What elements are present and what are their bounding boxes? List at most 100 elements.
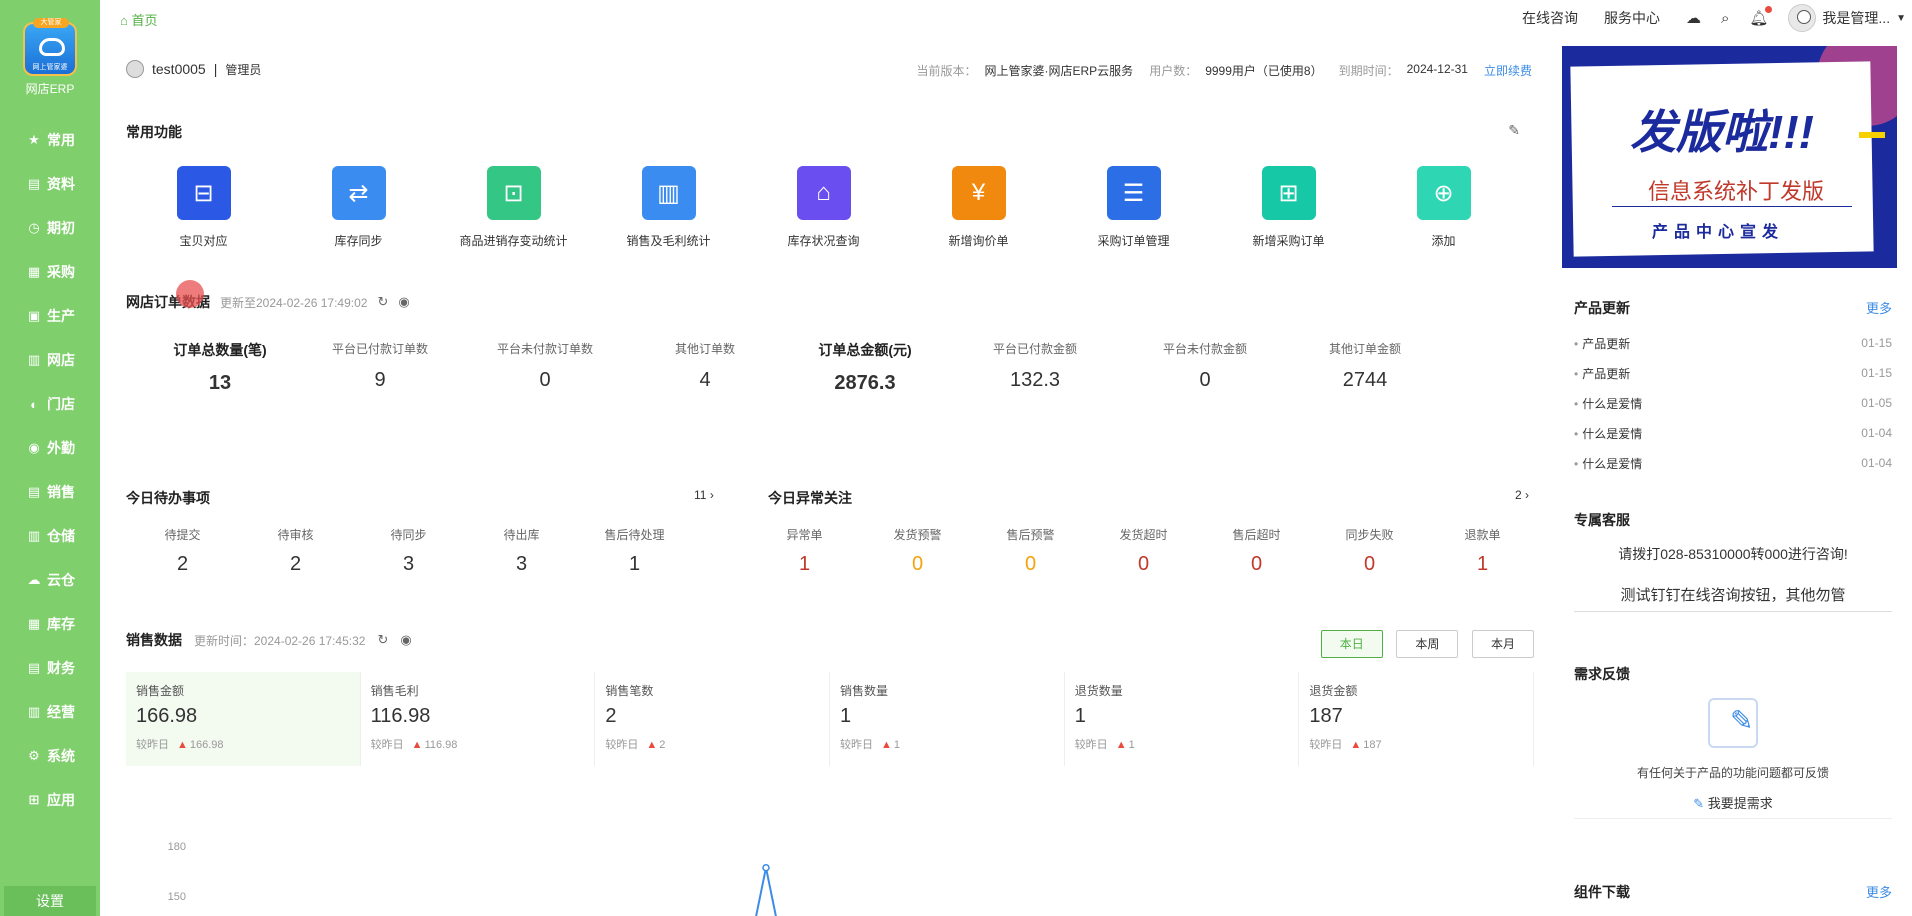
- download-more[interactable]: 更多: [1866, 882, 1892, 901]
- home-breadcrumb[interactable]: ⌂ 首页: [120, 10, 158, 29]
- todo-item-0[interactable]: 待提交 2: [126, 526, 239, 576]
- sidebar-item-12[interactable]: ▤ 财务: [0, 646, 100, 690]
- function-6[interactable]: ☰ 采购订单管理: [1056, 166, 1211, 249]
- sidebar-item-8[interactable]: ▤ 销售: [0, 470, 100, 514]
- todo-item-2[interactable]: 待同步 3: [352, 526, 465, 576]
- online-consult-link[interactable]: 在线咨询: [1522, 8, 1578, 28]
- common-functions-grid: ⊟ 宝贝对应 ⇄ 库存同步 ⊡ 商品进销存变动统计 ▥ 销售及毛利统计 ⌂ 库存状况查询 ¥ 新增询价…: [126, 166, 1546, 249]
- sidebar-item-3[interactable]: ▦ 采购: [0, 250, 100, 294]
- refresh-icon[interactable]: ↻: [377, 632, 388, 648]
- settings-button[interactable]: 设置: [4, 886, 96, 916]
- abnormal-item-0[interactable]: 异常单 1: [748, 526, 861, 576]
- sales-card-5[interactable]: 退货金额 187 较昨日 ▲ 187: [1299, 672, 1535, 766]
- abnormal-item-2[interactable]: 售后预警 0: [974, 526, 1087, 576]
- release-banner[interactable]: 发版啦!!! 信息系统补丁发版 产品中心宣发: [1562, 46, 1897, 268]
- news-item[interactable]: • 产品更新 01-15: [1574, 358, 1892, 388]
- eye-icon[interactable]: ◉: [400, 632, 411, 648]
- sidebar-item-10[interactable]: ☁ 云仓: [0, 558, 100, 602]
- news-title: 什么是爱情: [1582, 396, 1643, 411]
- function-7[interactable]: ⊞ 新增采购订单: [1211, 166, 1366, 249]
- abnormal-item-5[interactable]: 同步失败 0: [1313, 526, 1426, 576]
- abnormal-item-3[interactable]: 发货超时 0: [1087, 526, 1200, 576]
- sidebar-item-15[interactable]: ⊞ 应用: [0, 778, 100, 822]
- abnormal-item-1[interactable]: 发货预警 0: [861, 526, 974, 576]
- todo-title: 今日待办事项: [126, 490, 210, 506]
- todo-label: 待审核: [277, 528, 314, 542]
- sidebar-item-label: 财务: [47, 660, 75, 676]
- function-2[interactable]: ⊡ 商品进销存变动统计: [436, 166, 591, 249]
- shop-icon: ▥: [27, 352, 41, 367]
- renew-link[interactable]: 立即续费: [1484, 62, 1532, 79]
- news-item[interactable]: • 产品更新 01-15: [1574, 328, 1892, 358]
- month-button[interactable]: 本月: [1471, 630, 1534, 658]
- sales-card-1[interactable]: 销售毛利 116.98 较昨日 ▲ 116.98: [361, 672, 596, 766]
- function-label: 新增询价单: [948, 234, 1009, 248]
- function-1[interactable]: ⇄ 库存同步: [281, 166, 436, 249]
- news-list: • 产品更新 01-15 • 产品更新 01-15 • 什么是爱情 01-05 • 什么是爱情 01-…: [1574, 328, 1892, 478]
- sidebar-item-4[interactable]: ▣ 生产: [0, 294, 100, 338]
- submit-request-button[interactable]: ✎ 我要提需求: [1574, 793, 1892, 819]
- news-item[interactable]: • 什么是爱情 01-04: [1574, 448, 1892, 478]
- abnormal-item-4[interactable]: 售后超时 0: [1200, 526, 1313, 576]
- edit-icon[interactable]: ✎: [1508, 122, 1520, 139]
- sales-card-4[interactable]: 退货数量 1 较昨日 ▲ 1: [1065, 672, 1300, 766]
- sidebar-item-2[interactable]: ◷ 期初: [0, 206, 100, 250]
- todo-item-3[interactable]: 待出库 3: [465, 526, 578, 576]
- avatar[interactable]: [1788, 4, 1817, 32]
- sales-card-value: 2: [605, 705, 617, 727]
- sidebar-item-6[interactable]: ◐ 门店: [0, 382, 100, 426]
- sidebar-item-13[interactable]: ▥ 经营: [0, 690, 100, 734]
- todo-item-1[interactable]: 待审核 2: [239, 526, 352, 576]
- sales-card-3[interactable]: 销售数量 1 较昨日 ▲ 1: [830, 672, 1065, 766]
- chevron-down-icon[interactable]: ▼: [1896, 13, 1906, 24]
- sales-card-label: 退货数量: [1074, 684, 1123, 698]
- week-button[interactable]: 本周: [1396, 630, 1459, 658]
- bullet-icon: •: [1574, 456, 1579, 471]
- sidebar-item-14[interactable]: ⚙ 系统: [0, 734, 100, 778]
- sales-card-0[interactable]: 销售金额 166.98 较昨日 ▲ 166.98: [126, 672, 361, 766]
- order-stat-label: 其他订单数: [674, 342, 735, 356]
- sales-card-value: 166.98: [136, 705, 198, 727]
- sidebar-item-11[interactable]: ▦ 库存: [0, 602, 100, 646]
- today-button[interactable]: 本日: [1320, 630, 1383, 658]
- abnormal-count-link[interactable]: 2 ›: [1515, 488, 1529, 502]
- product-updates-more[interactable]: 更多: [1866, 298, 1892, 317]
- sales-card-2[interactable]: 销售笔数 2 较昨日 ▲ 2: [595, 672, 831, 766]
- function-0[interactable]: ⊟ 宝贝对应: [126, 166, 281, 249]
- function-3[interactable]: ▥ 销售及毛利统计: [591, 166, 746, 249]
- user-name[interactable]: 我是管理...: [1822, 8, 1890, 28]
- news-title: 产品更新: [1582, 336, 1631, 351]
- function-4[interactable]: ⌂ 库存状况查询: [746, 166, 901, 249]
- function-5[interactable]: ¥ 新增询价单: [901, 166, 1056, 249]
- sales-card-compare: 较昨日 ▲ 1: [1075, 736, 1289, 752]
- logo-text: 网上管家婆: [32, 64, 68, 71]
- bell-icon[interactable]: 🔔︎: [1749, 6, 1773, 27]
- sidebar-item-5[interactable]: ▥ 网店: [0, 338, 100, 382]
- service-center-link[interactable]: 服务中心: [1604, 8, 1660, 28]
- sidebar-item-label: 生产: [47, 308, 75, 324]
- todo-count-link[interactable]: 11 ›: [694, 488, 714, 502]
- version-value: 网上管家婆·网店ERP云服务: [984, 64, 1134, 78]
- eye-icon[interactable]: ◉: [398, 294, 409, 310]
- cloud-download-icon[interactable]: ☁: [1686, 9, 1701, 27]
- data-point[interactable]: [762, 863, 770, 872]
- sidebar-item-7[interactable]: ◉ 外勤: [0, 426, 100, 470]
- refresh-icon[interactable]: ↻: [377, 294, 388, 310]
- news-item[interactable]: • 什么是爱情 01-04: [1574, 418, 1892, 448]
- order-stat-label: 订单总数量(笔): [173, 342, 267, 358]
- news-item[interactable]: • 什么是爱情 01-05: [1574, 388, 1892, 418]
- sidebar-item-1[interactable]: ▤ 资料: [0, 162, 100, 206]
- sidebar-nav: ★ 常用 ▤ 资料 ◷ 期初 ▦ 采购 ▣ 生产 ▥ 网店 ◐ 门店 ◉ 外勤 ▤ 销售 ▥ 仓储 ☁ 云仓 ▦ 库存 ▤ 财务 ▥…: [0, 118, 100, 822]
- order-stat-value: 13: [208, 372, 232, 394]
- function-8[interactable]: ⊕ 添加: [1366, 166, 1521, 249]
- sidebar-item-label: 外勤: [47, 440, 75, 456]
- sidebar-item-0[interactable]: ★ 常用: [0, 118, 100, 162]
- sales-card-label: 退货金额: [1309, 684, 1358, 698]
- dingtalk-consult-button[interactable]: 测试钉钉在线咨询按钮，其他勿管: [1574, 578, 1892, 612]
- abnormal-item-6[interactable]: 退款单 1: [1426, 526, 1539, 576]
- app-logo[interactable]: 大管家 网上管家婆: [23, 18, 77, 76]
- sidebar-item-9[interactable]: ▥ 仓储: [0, 514, 100, 558]
- todo-item-4[interactable]: 售后待处理 1: [578, 526, 691, 576]
- function-label: 添加: [1431, 234, 1456, 248]
- search-icon[interactable]: ⌕: [1721, 10, 1729, 27]
